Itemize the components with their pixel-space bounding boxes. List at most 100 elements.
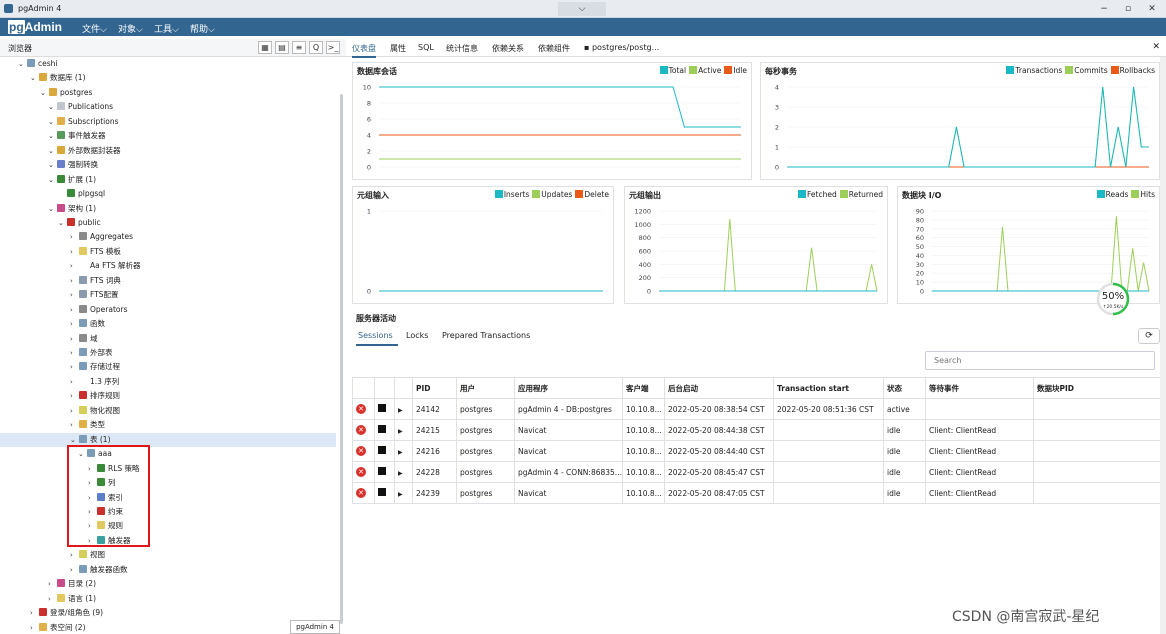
menu-tools[interactable]: 工具⌵: [154, 22, 179, 35]
tree-item[interactable]: › 域: [70, 332, 98, 346]
menu-help[interactable]: 帮助⌵: [190, 22, 215, 35]
cancel-query-icon[interactable]: [378, 446, 386, 454]
minimize-button[interactable]: −: [1094, 2, 1114, 16]
expand-arrow-icon[interactable]: ›: [48, 592, 57, 606]
tree-scrollbar[interactable]: [340, 94, 343, 624]
column-header[interactable]: [374, 377, 395, 399]
column-header[interactable]: 后台启动: [664, 377, 774, 399]
filter-icon[interactable]: ≡: [292, 41, 306, 54]
expand-row-icon[interactable]: ▶: [398, 407, 403, 414]
table-view-icon[interactable]: ▤: [275, 41, 289, 54]
tree-item[interactable]: ⌄ postgres: [40, 86, 92, 100]
expand-arrow-icon[interactable]: ›: [70, 317, 79, 331]
expand-arrow-icon[interactable]: ⌄: [48, 158, 57, 172]
tree-item[interactable]: › Aa FTS 解析器: [70, 259, 141, 273]
tab-dependencies[interactable]: 依赖关系: [492, 43, 524, 54]
tree-item[interactable]: › 物化视图: [70, 404, 120, 418]
tree-item[interactable]: › 外部表: [70, 346, 113, 360]
expand-row-icon[interactable]: ▶: [398, 470, 403, 477]
menu-object[interactable]: 对象⌵: [118, 22, 143, 35]
expand-arrow-icon[interactable]: ›: [70, 259, 79, 273]
tree-item[interactable]: › 类型: [70, 418, 105, 432]
chevron-down-icon[interactable]: ⌵: [558, 2, 606, 16]
tree-item[interactable]: plpgsql: [58, 187, 105, 201]
tree-item[interactable]: › 函数: [70, 317, 105, 331]
terminate-session-icon[interactable]: ✕: [356, 446, 366, 456]
expand-arrow-icon[interactable]: ›: [70, 245, 79, 259]
tree-item[interactable]: ⌄ 强制转换: [48, 158, 98, 172]
expand-arrow-icon[interactable]: ›: [70, 563, 79, 577]
expand-arrow-icon[interactable]: ›: [70, 389, 79, 403]
database-tool-icon[interactable]: ▦: [258, 41, 272, 54]
expand-arrow-icon[interactable]: ›: [70, 375, 79, 389]
refresh-button[interactable]: ⟳: [1138, 328, 1160, 344]
expand-arrow-icon[interactable]: ›: [70, 303, 79, 317]
tree-item[interactable]: › 触发器函数: [70, 563, 128, 577]
expand-arrow-icon[interactable]: ›: [70, 404, 79, 418]
tree-item[interactable]: ⌄ 架构 (1): [48, 202, 96, 216]
status-tab[interactable]: pgAdmin 4: [290, 620, 340, 634]
tree-item[interactable]: › 目录 (2): [48, 577, 96, 591]
column-header[interactable]: PID: [412, 377, 457, 399]
tab-statistics[interactable]: 统计信息: [446, 43, 478, 54]
expand-arrow-icon[interactable]: ⌄: [48, 100, 57, 114]
expand-arrow-icon[interactable]: ⌄: [48, 144, 57, 158]
tree-item[interactable]: › 排序规则: [70, 389, 120, 403]
tree-item[interactable]: › Aggregates: [70, 230, 133, 244]
expand-arrow-icon[interactable]: ⌄: [48, 173, 57, 187]
column-header[interactable]: 等待事件: [925, 377, 1034, 399]
expand-arrow-icon[interactable]: ⌄: [58, 216, 67, 230]
tree-item[interactable]: › 存储过程: [70, 360, 120, 374]
expand-arrow-icon[interactable]: ⌄: [30, 71, 39, 85]
expand-arrow-icon[interactable]: ›: [70, 288, 79, 302]
expand-arrow-icon[interactable]: ›: [70, 360, 79, 374]
tree-item[interactable]: ⌄ 扩展 (1): [48, 173, 96, 187]
table-row[interactable]: ✕ ▶ 24239 postgres Navicat 10.10.8... 2022-05-…: [352, 482, 1161, 504]
tree-item[interactable]: ⌄ ceshi: [18, 57, 57, 71]
expand-row-icon[interactable]: ▶: [398, 428, 403, 435]
expand-arrow-icon[interactable]: ›: [70, 418, 79, 432]
column-header[interactable]: Transaction start: [773, 377, 884, 399]
cancel-query-icon[interactable]: [378, 404, 386, 412]
expand-row-icon[interactable]: ▶: [398, 449, 403, 456]
table-row[interactable]: ✕ ▶ 24228 postgres pgAdmin 4 - CONN:86835...…: [352, 461, 1161, 483]
expand-arrow-icon[interactable]: ⌄: [48, 202, 57, 216]
close-tab-icon[interactable]: ✕: [1152, 42, 1160, 52]
tab-query-tool[interactable]: ▪ postgres/postg...: [584, 43, 659, 52]
column-header[interactable]: 状态: [883, 377, 926, 399]
search-input[interactable]: [925, 351, 1155, 370]
tree-item[interactable]: ⌄ public: [58, 216, 101, 230]
column-header[interactable]: [394, 377, 413, 399]
tree-item[interactable]: › FTS配置: [70, 288, 119, 302]
expand-arrow-icon[interactable]: ›: [48, 577, 57, 591]
search-icon[interactable]: Q: [309, 41, 323, 54]
tree-item[interactable]: ⌄ 事件触发器: [48, 129, 106, 143]
tree-item[interactable]: ⌄ 外部数据封装器: [48, 144, 121, 158]
tab-dashboard[interactable]: 仪表盘: [352, 43, 376, 58]
tree-item[interactable]: ⌄ Publications: [48, 100, 113, 114]
tab-locks[interactable]: Locks: [406, 331, 428, 340]
expand-arrow-icon[interactable]: ›: [70, 332, 79, 346]
tree-item[interactable]: › 视图: [70, 548, 105, 562]
tab-sql[interactable]: SQL: [418, 43, 434, 52]
cancel-query-icon[interactable]: [378, 467, 386, 475]
column-header[interactable]: 客户端: [622, 377, 665, 399]
tree-item[interactable]: › 表空间 (2): [30, 621, 86, 634]
terminate-session-icon[interactable]: ✕: [356, 488, 366, 498]
expand-arrow-icon[interactable]: ⌄: [40, 86, 49, 100]
tree-item[interactable]: › Operators: [70, 303, 127, 317]
tab-prepared-transactions[interactable]: Prepared Transactions: [442, 331, 530, 340]
tree-item[interactable]: › 登录/组角色 (9): [30, 606, 103, 620]
right-scrollbar[interactable]: [1160, 57, 1166, 634]
terminal-icon[interactable]: >_: [326, 41, 340, 54]
tree-item[interactable]: ⌄ 表 (1): [0, 432, 336, 447]
tree-item[interactable]: ⌄ 数据库 (1): [30, 71, 86, 85]
terminate-session-icon[interactable]: ✕: [356, 467, 366, 477]
expand-arrow-icon[interactable]: ›: [30, 606, 39, 620]
expand-arrow-icon[interactable]: ›: [30, 621, 39, 634]
expand-arrow-icon[interactable]: ›: [70, 274, 79, 288]
column-header[interactable]: 用户: [456, 377, 515, 399]
cancel-query-icon[interactable]: [378, 425, 386, 433]
tree-item[interactable]: ⌄ Subscriptions: [48, 115, 119, 129]
column-header[interactable]: [352, 377, 375, 399]
